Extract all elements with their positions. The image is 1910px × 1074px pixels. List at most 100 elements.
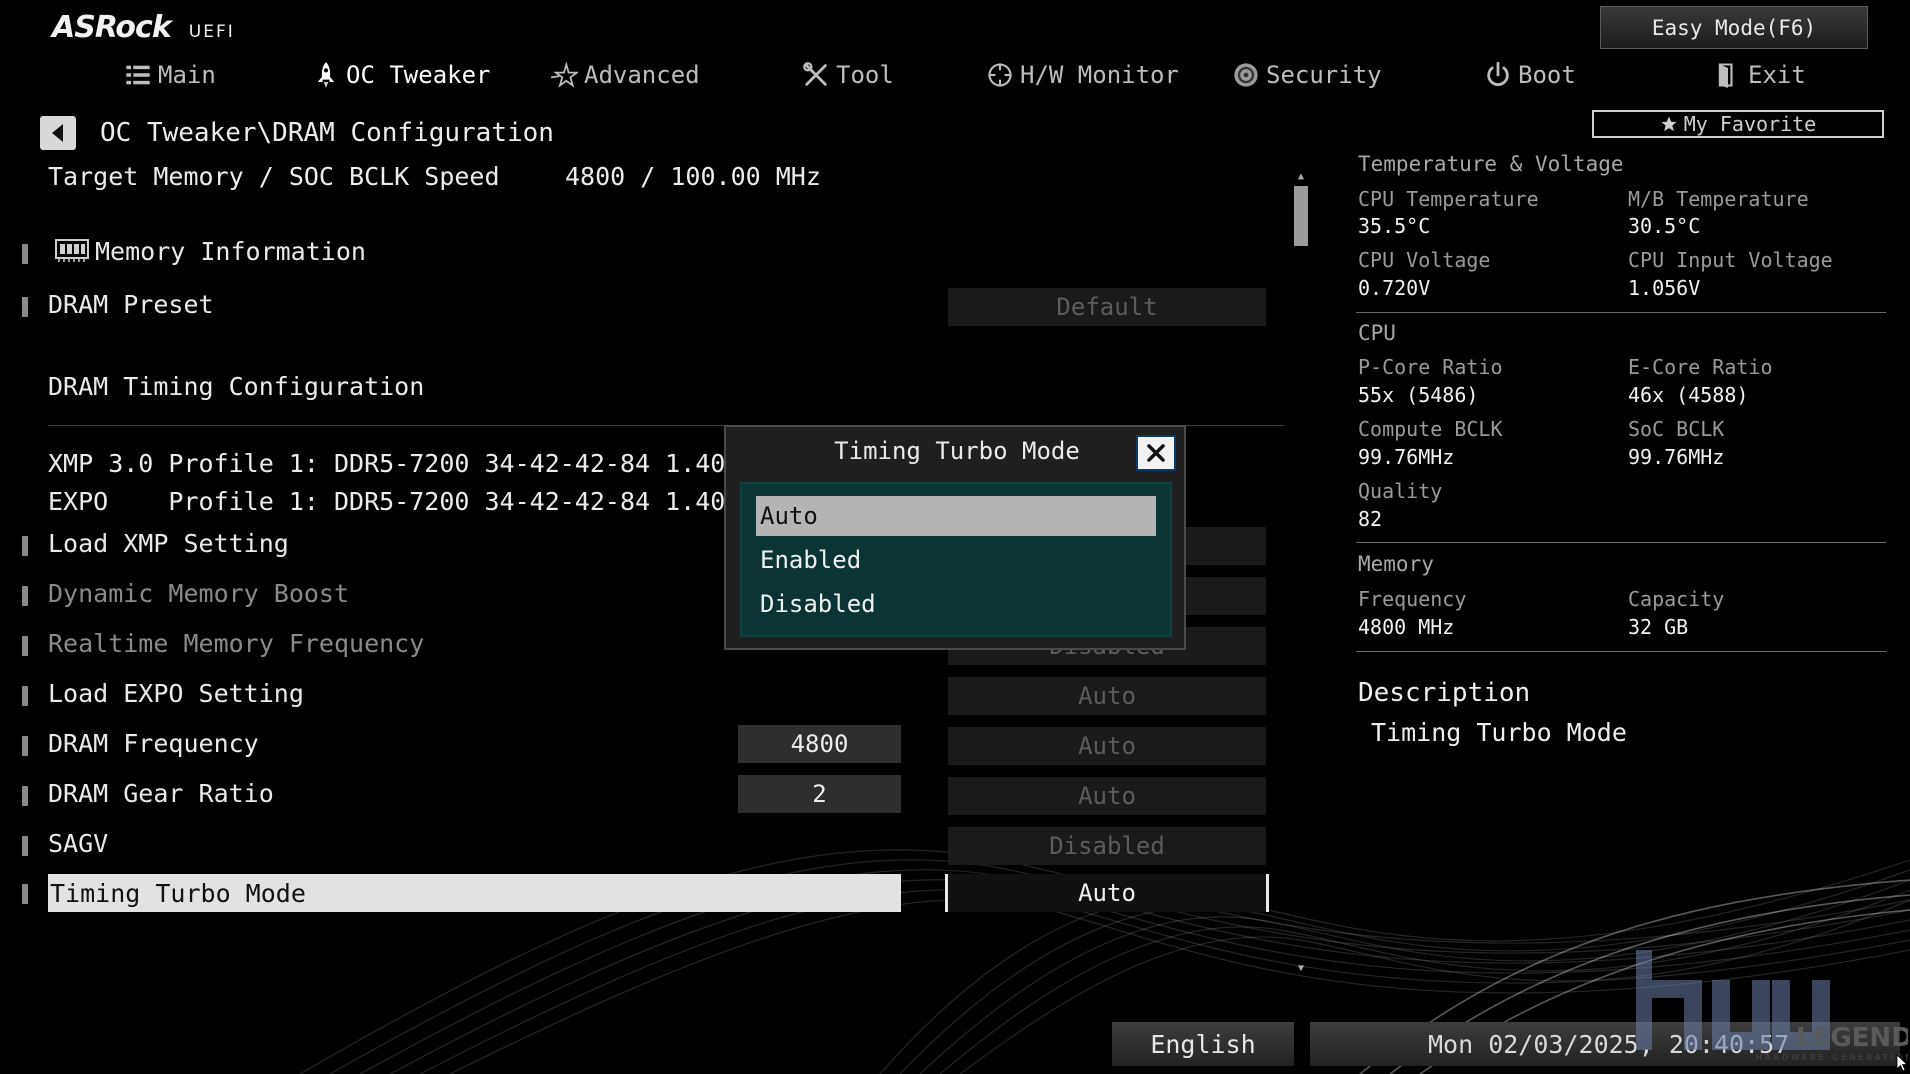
row-marker <box>22 736 28 756</box>
shield-icon <box>1234 63 1258 87</box>
tab-main[interactable]: Main <box>124 54 216 96</box>
close-button[interactable] <box>1136 435 1176 471</box>
asrock-logo: ASRock UEFI <box>52 10 235 50</box>
tab-security[interactable]: Security <box>1232 54 1382 96</box>
tab-oc-tweaker[interactable]: OC Tweaker <box>312 54 491 96</box>
row-marker <box>22 786 28 806</box>
load-expo-setting-label[interactable]: Load EXPO Setting <box>48 679 304 708</box>
load-expo-setting-value[interactable]: Auto <box>948 677 1266 715</box>
expo-profile-info: EXPO Profile 1: DDR5-7200 34-42-42-84 1.… <box>48 487 816 516</box>
dram-frequency-value[interactable]: Auto <box>948 727 1266 765</box>
memory-frequency-label: Frequency <box>1358 587 1467 611</box>
back-button[interactable] <box>40 116 76 150</box>
row-marker <box>22 536 28 556</box>
compute-bclk-value: 99.76MHz <box>1358 445 1455 469</box>
cpu-input-voltage-label: CPU Input Voltage <box>1628 248 1833 272</box>
tab-boot[interactable]: Boot <box>1484 54 1576 96</box>
quality-label: Quality <box>1358 479 1443 503</box>
pcore-ratio-label: P-Core Ratio <box>1358 355 1503 379</box>
memory-module-icon <box>55 236 89 264</box>
memory-frequency-value: 4800 MHz <box>1358 615 1455 639</box>
watermark-text: LEGEND <box>1796 1023 1908 1053</box>
my-favorite-button[interactable]: My Favorite <box>1592 110 1884 138</box>
target-memory-value: 4800 / 100.00 MHz <box>565 162 821 191</box>
option-enabled[interactable]: Enabled <box>756 540 1156 580</box>
option-auto[interactable]: Auto <box>756 496 1156 536</box>
target-memory-label: Target Memory / SOC BCLK Speed <box>48 162 500 191</box>
tab-label: Boot <box>1518 61 1576 89</box>
xmp-profile-info: XMP 3.0 Profile 1: DDR5-7200 34-42-42-84… <box>48 449 816 478</box>
main-nav: Main OC Tweaker Advanced Tool H/W Monito… <box>0 54 1910 96</box>
dram-timing-header: DRAM Timing Configuration <box>48 372 425 401</box>
cpu-temp-label: CPU Temperature <box>1358 187 1539 211</box>
tab-label: H/W Monitor <box>1020 61 1179 89</box>
ecore-ratio-label: E-Core Ratio <box>1628 355 1773 379</box>
monitor-divider <box>1356 542 1886 543</box>
memory-section-title: Memory <box>1358 552 1434 576</box>
power-icon <box>1487 61 1509 86</box>
temp-voltage-title: Temperature & Voltage <box>1358 152 1624 176</box>
logo-uefi: UEFI <box>188 22 235 42</box>
cpu-temp-value: 35.5°C <box>1358 214 1431 238</box>
memory-capacity-value: 32 GB <box>1628 615 1689 639</box>
door-exit-icon <box>1718 63 1733 88</box>
language-button[interactable]: English <box>1112 1022 1294 1066</box>
tab-label: Main <box>158 61 216 89</box>
monitor-divider <box>1356 651 1886 652</box>
row-marker <box>22 297 28 317</box>
dram-gear-ratio-label[interactable]: DRAM Gear Ratio <box>48 779 274 808</box>
soc-bclk-label: SoC BCLK <box>1628 417 1725 441</box>
back-arrow-icon <box>52 124 63 142</box>
dialog-title: Timing Turbo Mode <box>834 437 1080 465</box>
cpu-section-title: CPU <box>1358 321 1396 345</box>
ecore-ratio-value: 46x (4588) <box>1628 383 1749 407</box>
pcore-ratio-value: 55x (5486) <box>1358 383 1479 407</box>
sagv-label[interactable]: SAGV <box>48 829 108 858</box>
dram-gear-ratio-value[interactable]: Auto <box>948 777 1266 815</box>
dram-gear-ratio-current: 2 <box>738 775 901 813</box>
scrollbar-thumb[interactable] <box>1294 186 1308 246</box>
tools-icon <box>803 62 827 86</box>
timing-turbo-mode-value[interactable]: Auto <box>945 874 1269 912</box>
tab-label: Security <box>1266 61 1382 89</box>
memory-information-item[interactable]: Memory Information <box>95 237 366 266</box>
row-marker <box>22 636 28 656</box>
crosshair-icon <box>988 63 1012 87</box>
scroll-down-arrow-icon[interactable]: ▼ <box>1294 962 1308 976</box>
watermark-subtext: HARDWARE GENERATION <box>1756 1053 1908 1062</box>
row-marker <box>22 836 28 856</box>
easy-mode-button[interactable]: Easy Mode(F6) <box>1600 6 1868 49</box>
row-marker <box>22 586 28 606</box>
dram-frequency-current: 4800 <box>738 725 901 763</box>
dram-preset-label[interactable]: DRAM Preset <box>48 290 214 319</box>
row-marker <box>22 884 28 904</box>
tab-tool[interactable]: Tool <box>802 54 894 96</box>
tab-advanced[interactable]: Advanced <box>550 54 700 96</box>
monitor-divider <box>1356 312 1886 313</box>
load-xmp-setting-label[interactable]: Load XMP Setting <box>48 529 289 558</box>
close-icon <box>1147 444 1165 462</box>
dram-frequency-label[interactable]: DRAM Frequency <box>48 729 259 758</box>
row-marker <box>22 686 28 706</box>
option-disabled[interactable]: Disabled <box>756 584 1156 624</box>
compute-bclk-label: Compute BCLK <box>1358 417 1503 441</box>
cpu-input-voltage-value: 1.056V <box>1628 276 1701 300</box>
option-list: Auto Enabled Disabled <box>740 482 1172 637</box>
tab-hw-monitor[interactable]: H/W Monitor <box>986 54 1179 96</box>
row-marker <box>22 244 28 264</box>
logo-brand: ASRock <box>52 10 172 45</box>
sagv-value[interactable]: Disabled <box>948 827 1266 865</box>
description-text: Timing Turbo Mode <box>1371 718 1627 747</box>
legend-watermark-logo: LEGEND HARDWARE GENERATION <box>1632 950 1910 1074</box>
tab-exit[interactable]: Exit <box>1714 54 1806 96</box>
timing-turbo-mode-row[interactable]: Timing Turbo Mode <box>48 874 901 912</box>
description-title: Description <box>1358 678 1531 708</box>
scroll-up-arrow-icon[interactable]: ▲ <box>1294 170 1308 184</box>
dynamic-memory-boost-label[interactable]: Dynamic Memory Boost <box>48 579 349 608</box>
tab-label: Advanced <box>584 61 700 89</box>
memory-capacity-label: Capacity <box>1628 587 1725 611</box>
cpu-voltage-value: 0.720V <box>1358 276 1431 300</box>
dram-preset-value[interactable]: Default <box>948 288 1266 326</box>
realtime-memory-frequency-label[interactable]: Realtime Memory Frequency <box>48 629 424 658</box>
mb-temp-label: M/B Temperature <box>1628 187 1809 211</box>
